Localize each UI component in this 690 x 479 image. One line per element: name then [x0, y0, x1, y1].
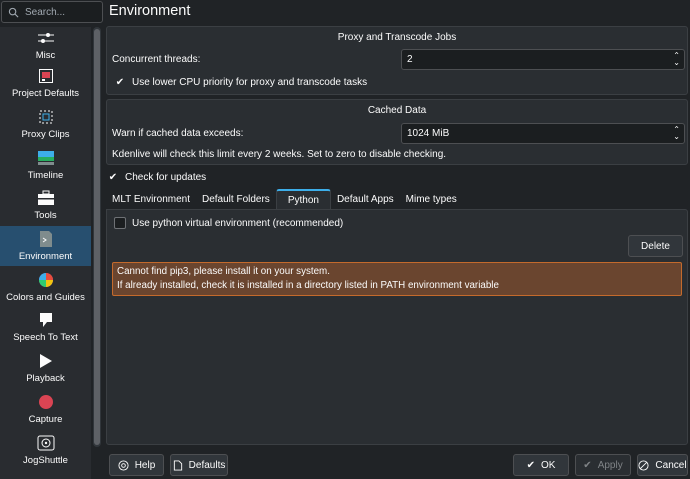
error-line-1: Cannot find pip3, please install it on y…: [117, 266, 330, 277]
cache-warn-spinbox[interactable]: 1024 MiB ⌃ ⌄: [401, 123, 685, 144]
cache-warn-value[interactable]: 1024 MiB: [407, 128, 449, 139]
sidebar-item-label: Playback: [26, 373, 65, 385]
search-input[interactable]: Search...: [25, 7, 65, 18]
delete-button-label: Delete: [641, 240, 670, 252]
sidebar-item-label: JogShuttle: [23, 454, 68, 466]
low-priority-checkbox[interactable]: ✔ Use lower CPU priority for proxy and t…: [114, 76, 367, 88]
cache-info-text: Kdenlive will check this limit every 2 w…: [112, 149, 447, 160]
delete-button[interactable]: Delete: [628, 235, 683, 257]
speech-icon: [37, 311, 55, 329]
sidebar-item-timeline[interactable]: Timeline: [0, 144, 91, 185]
sidebar-item-label: Proxy Clips: [21, 129, 70, 141]
help-button[interactable]: Help: [109, 454, 164, 476]
threads-label: Concurrent threads:: [112, 54, 201, 65]
threads-value[interactable]: 2: [407, 54, 413, 65]
help-label: Help: [134, 459, 156, 471]
ok-label: OK: [540, 459, 556, 471]
project-icon: [37, 67, 55, 85]
cancel-icon: [638, 459, 649, 471]
toolbox-icon: [37, 189, 55, 207]
cache-section: Cached Data Warn if cached data exceeds:…: [106, 99, 688, 165]
apply-button[interactable]: ✔ Apply: [575, 454, 631, 476]
color-wheel-icon: [37, 271, 55, 289]
sidebar-item-speech-to-text[interactable]: Speech To Text: [0, 307, 91, 348]
help-icon: [118, 459, 129, 471]
sidebar-item-colors-and-guides[interactable]: Colors and Guides: [0, 266, 91, 307]
check-icon: ✔: [583, 459, 592, 471]
tab-mime-types[interactable]: Mime types: [400, 189, 463, 210]
sidebar-item-label: Speech To Text: [13, 332, 78, 344]
checkbox-box[interactable]: [114, 217, 126, 229]
venv-checkbox[interactable]: Use python virtual environment (recommen…: [114, 217, 343, 229]
tab-default-folders[interactable]: Default Folders: [196, 189, 276, 210]
sidebar: Search... Misc Project Defaults Proxy Cl…: [0, 0, 105, 479]
defaults-button[interactable]: Defaults: [170, 454, 228, 476]
sidebar-scrollbar[interactable]: [93, 27, 101, 447]
sidebar-item-label: Tools: [34, 210, 57, 222]
sidebar-item-tools[interactable]: Tools: [0, 185, 91, 226]
tab-python[interactable]: Python: [275, 189, 331, 210]
proxy-icon: [37, 108, 55, 126]
sidebar-item-label: Environment: [18, 251, 73, 263]
search-icon: [8, 7, 19, 17]
sidebar-item-misc[interactable]: Misc: [0, 27, 91, 63]
search-field[interactable]: Search...: [1, 1, 103, 23]
sidebar-item-jogshuttle[interactable]: JogShuttle: [0, 429, 91, 470]
sliders-icon: [37, 29, 55, 47]
venv-label: Use python virtual environment (recommen…: [132, 217, 344, 229]
tab-mlt-environment[interactable]: MLT Environment: [106, 189, 196, 210]
check-updates-checkbox[interactable]: ✔ Check for updates: [107, 171, 206, 183]
checkmark-icon[interactable]: ✔: [114, 76, 126, 88]
checkmark-icon[interactable]: ✔: [107, 171, 119, 183]
sidebar-item-playback[interactable]: Playback: [0, 348, 91, 389]
threads-spinbox[interactable]: 2 ⌃ ⌄: [401, 49, 685, 70]
check-updates-label: Check for updates: [125, 171, 207, 183]
sidebar-item-project-defaults[interactable]: Project Defaults: [0, 63, 91, 104]
jogshuttle-icon: [37, 434, 55, 452]
sidebar-item-label: Misc: [35, 50, 56, 61]
cache-section-title: Cached Data: [367, 105, 427, 116]
cache-warn-label: Warn if cached data exceeds:: [112, 128, 244, 139]
play-icon: [37, 352, 55, 370]
error-line-2: If already installed, check it is instal…: [117, 280, 499, 291]
sidebar-item-label: Timeline: [27, 169, 64, 181]
ok-button[interactable]: ✔ OK: [513, 454, 569, 476]
proxy-section: Proxy and Transcode Jobs Concurrent thre…: [106, 26, 688, 95]
defaults-label: Defaults: [188, 459, 226, 471]
sidebar-item-label: Colors and Guides: [6, 291, 85, 303]
timeline-icon: [37, 149, 55, 167]
sidebar-item-proxy-clips[interactable]: Proxy Clips: [0, 104, 91, 145]
record-icon: [37, 393, 55, 411]
terminal-icon: [37, 230, 55, 248]
apply-label: Apply: [597, 459, 623, 471]
error-message: Cannot find pip3, please install it on y…: [112, 262, 682, 296]
low-priority-label: Use lower CPU priority for proxy and tra…: [132, 76, 368, 88]
python-tab-pane: Use python virtual environment (recommen…: [106, 209, 688, 445]
proxy-section-title: Proxy and Transcode Jobs: [337, 32, 457, 43]
cancel-label: Cancel: [655, 459, 687, 471]
scrollbar-thumb[interactable]: [94, 29, 100, 445]
tab-bar: MLT Environment Default Folders Python D…: [106, 189, 463, 210]
spin-arrows-icon[interactable]: ⌃ ⌄: [673, 126, 680, 141]
tab-default-apps[interactable]: Default Apps: [331, 189, 400, 210]
sidebar-item-environment[interactable]: Environment: [0, 225, 91, 267]
spin-arrows-icon[interactable]: ⌃ ⌄: [673, 52, 680, 67]
cancel-button[interactable]: Cancel: [637, 454, 688, 476]
page-title: Environment: [109, 3, 191, 19]
sidebar-item-label: Capture: [28, 413, 63, 425]
document-icon: [173, 459, 182, 471]
check-icon: ✔: [526, 459, 535, 471]
sidebar-list: Misc Project Defaults Proxy Clips Timeli…: [0, 27, 91, 479]
sidebar-item-capture[interactable]: Capture: [0, 389, 91, 430]
sidebar-item-label: Project Defaults: [11, 88, 80, 100]
